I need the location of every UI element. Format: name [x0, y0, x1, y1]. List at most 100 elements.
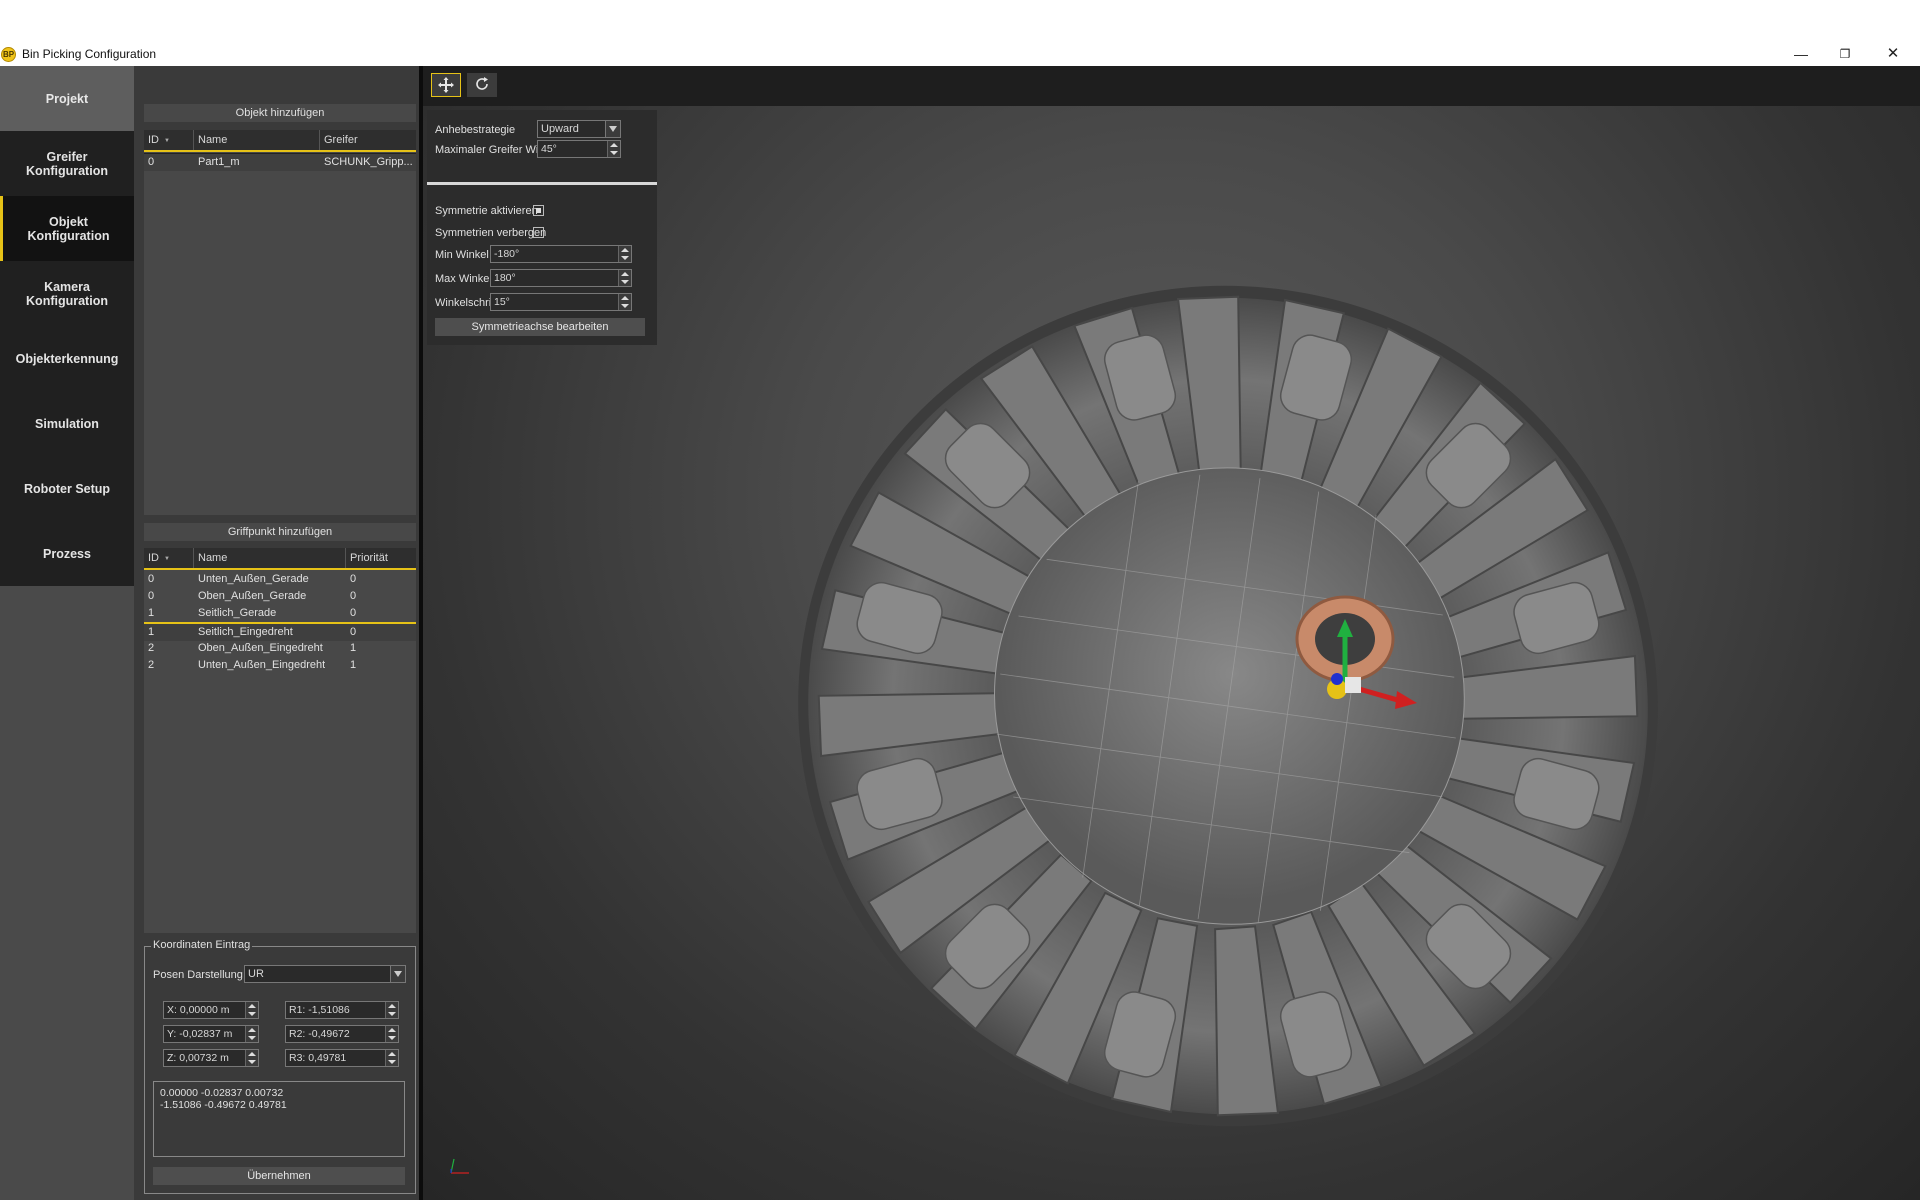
close-button[interactable]: ✕ [1878, 44, 1908, 64]
sidebar-empty-area [0, 586, 134, 1200]
lift-strategy-select[interactable]: Upward [537, 120, 621, 138]
add-grip-point-header[interactable]: Griffpunkt hinzufügen [144, 523, 416, 541]
cell-name: Unten_Außen_Gerade [198, 573, 309, 585]
r3-spinbox[interactable]: R3: 0,49781 [285, 1049, 399, 1067]
table-row[interactable]: 0 Oben_Außen_Gerade 0 [144, 588, 416, 605]
pose-representation-value: UR [248, 968, 264, 980]
table-row[interactable]: 2 Oben_Außen_Eingedreht 1 [144, 640, 416, 657]
cell-id: 1 [148, 626, 155, 638]
spin-arrows-icon[interactable] [607, 141, 620, 157]
col-header-id[interactable]: ID ▼ [144, 130, 194, 150]
nav-greifer-konfiguration[interactable]: Greifer Konfiguration [0, 131, 134, 196]
table-row[interactable]: 0 Unten_Außen_Gerade 0 [144, 571, 416, 588]
nav-projekt[interactable]: Projekt [0, 66, 134, 131]
grip-point-table: ID ▼ Name Priorität 0 Unten_Außen_Gerade … [144, 548, 416, 933]
max-angle-label: Max Winkel [435, 273, 492, 285]
cell-id: 0 [148, 573, 155, 585]
r3-value: R3: 0,49781 [289, 1052, 347, 1064]
cell-prioritaet: 0 [350, 607, 357, 619]
move-tool-button[interactable] [431, 73, 461, 97]
cell-prioritaet: 0 [350, 626, 357, 638]
col-header-name[interactable]: Name [194, 130, 320, 150]
coordinates-groupbox: Koordinaten Eintrag Posen Darstellung UR… [144, 939, 416, 1194]
spin-arrows-icon[interactable] [618, 246, 631, 262]
axis-orientation-icon [450, 1158, 469, 1174]
pose-representation-select[interactable]: UR [244, 965, 406, 983]
cell-id: 0 [148, 156, 155, 168]
3d-viewport[interactable]: Anhebestrategie Upward Maximaler Greifer… [423, 66, 1920, 1200]
app-body: Projekt Greifer Konfiguration Objekt Kon… [0, 66, 1920, 1200]
table-row-selected[interactable]: 1 Seitlich_Eingedreht 0 [144, 622, 416, 641]
coordinates-legend: Koordinaten Eintrag [151, 939, 253, 951]
y-spinbox[interactable]: Y: -0,02837 m [163, 1025, 259, 1043]
angle-step-label: Winkelschritt [435, 297, 498, 309]
spin-arrows-icon[interactable] [385, 1026, 398, 1042]
x-spinbox[interactable]: X: 0,00000 m [163, 1001, 259, 1019]
spin-arrows-icon[interactable] [245, 1002, 258, 1018]
spin-arrows-icon[interactable] [385, 1050, 398, 1066]
r2-value: R2: -0,49672 [289, 1028, 350, 1040]
part-3d-model [798, 285, 1658, 1127]
max-gripper-angle-spinbox[interactable]: 45° [537, 140, 621, 158]
angle-step-spinbox[interactable]: 15° [490, 293, 632, 311]
col-header-greifer[interactable]: Greifer [320, 130, 416, 150]
chevron-down-icon [605, 121, 620, 137]
minimize-button[interactable]: — [1786, 44, 1816, 64]
viewport-toolbar [423, 66, 1920, 106]
grip-table-header: ID ▼ Name Priorität [144, 548, 416, 570]
app-logo-icon: BP [1, 47, 16, 62]
enable-symmetry-label: Symmetrie aktivieren [435, 205, 538, 217]
hide-symmetries-checkbox[interactable] [533, 227, 544, 238]
pose-text-area[interactable]: 0.00000 -0.02837 0.00732 -1.51086 -0.496… [153, 1081, 405, 1157]
cell-prioritaet: 1 [350, 642, 357, 654]
r2-spinbox[interactable]: R2: -0,49672 [285, 1025, 399, 1043]
nav-simulation[interactable]: Simulation [0, 391, 134, 456]
z-spinbox[interactable]: Z: 0,00732 m [163, 1049, 259, 1067]
col-header-prioritaet[interactable]: Priorität [346, 548, 416, 568]
table-row[interactable]: 1 Seitlich_Gerade 0 [144, 605, 416, 622]
cell-name: Oben_Außen_Eingedreht [198, 642, 323, 654]
x-value: X: 0,00000 m [167, 1004, 230, 1016]
r1-value: R1: -1,51086 [289, 1004, 350, 1016]
spin-arrows-icon[interactable] [245, 1026, 258, 1042]
col-header-id[interactable]: ID ▼ [144, 548, 194, 568]
nav-kamera-konfiguration[interactable]: Kamera Konfiguration [0, 261, 134, 326]
table-row[interactable]: 2 Unten_Außen_Eingedreht 1 [144, 657, 416, 674]
edit-symmetry-axis-button[interactable]: Symmetrieachse bearbeiten [435, 318, 645, 336]
spin-arrows-icon[interactable] [618, 294, 631, 310]
r1-spinbox[interactable]: R1: -1,51086 [285, 1001, 399, 1019]
nav-prozess[interactable]: Prozess [0, 521, 134, 586]
nav-roboter-setup[interactable]: Roboter Setup [0, 456, 134, 521]
spin-arrows-icon[interactable] [385, 1002, 398, 1018]
rotate-icon [476, 77, 488, 90]
cell-prioritaet: 1 [350, 659, 357, 671]
move-icon [438, 77, 454, 93]
spin-arrows-icon[interactable] [245, 1050, 258, 1066]
cell-name: Seitlich_Gerade [198, 607, 277, 619]
cell-greifer: SCHUNK_Gripp... [324, 156, 413, 168]
enable-symmetry-checkbox[interactable] [533, 205, 544, 216]
cell-id: 2 [148, 659, 155, 671]
settings-divider [427, 182, 657, 185]
object-table: ID ▼ Name Greifer 0 Part1_m SCHUNK_Gripp.… [144, 130, 416, 515]
spin-arrows-icon[interactable] [618, 270, 631, 286]
col-header-name[interactable]: Name [194, 548, 346, 568]
nav-objekt-konfiguration[interactable]: Objekt Konfiguration [0, 196, 134, 261]
lift-strategy-value: Upward [541, 123, 579, 135]
object-table-header: ID ▼ Name Greifer [144, 130, 416, 152]
lift-strategy-label: Anhebestrategie [435, 124, 516, 136]
nav-objekterkennung[interactable]: Objekterkennung [0, 326, 134, 391]
cell-prioritaet: 0 [350, 590, 357, 602]
cell-id: 2 [148, 642, 155, 654]
add-object-header[interactable]: Objekt hinzufügen [144, 104, 416, 122]
max-angle-spinbox[interactable]: 180° [490, 269, 632, 287]
table-row[interactable]: 0 Part1_m SCHUNK_Gripp... [144, 153, 416, 171]
rotate-tool-button[interactable] [467, 73, 497, 97]
y-value: Y: -0,02837 m [167, 1028, 233, 1040]
cell-name: Unten_Außen_Eingedreht [198, 659, 326, 671]
maximize-button[interactable]: ❐ [1830, 44, 1860, 64]
min-angle-spinbox[interactable]: -180° [490, 245, 632, 263]
object-config-panel: Objekt hinzufügen ID ▼ Name Greifer 0 Par… [134, 66, 419, 1200]
pose-representation-label: Posen Darstellung [153, 969, 243, 981]
apply-button[interactable]: Übernehmen [153, 1167, 405, 1185]
